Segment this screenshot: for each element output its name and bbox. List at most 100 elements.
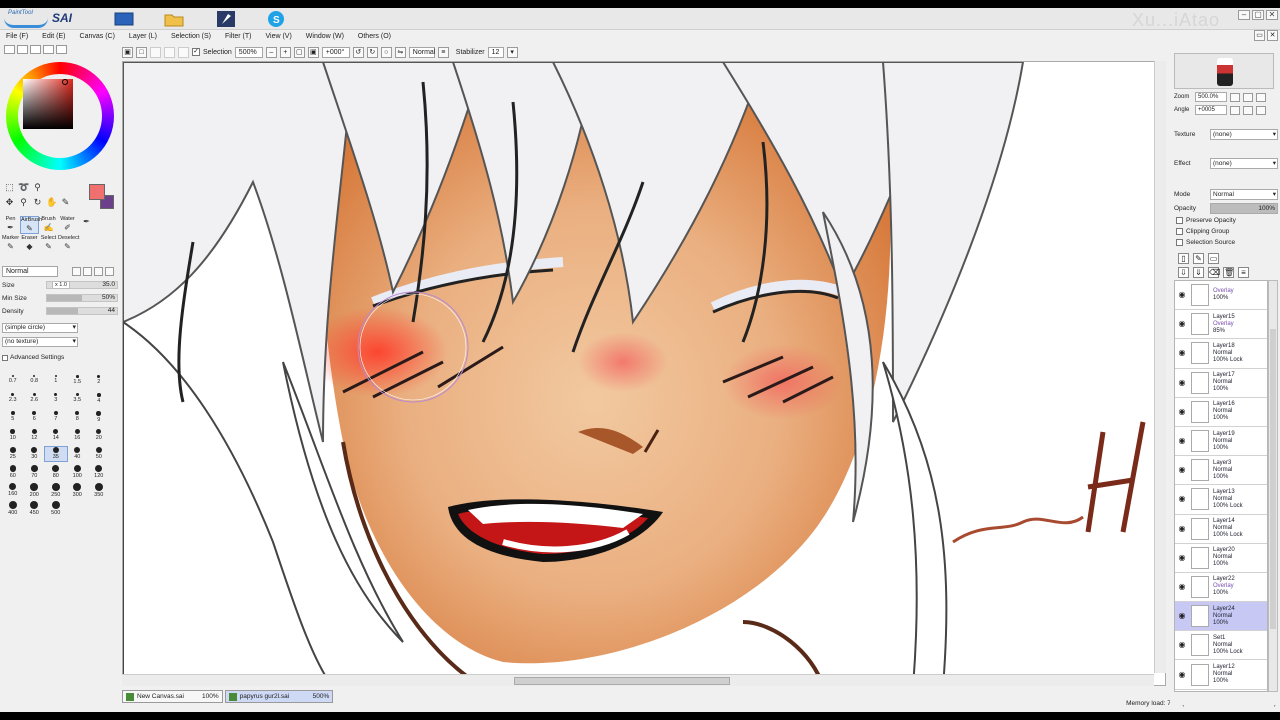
brush-size-preset[interactable]: 3.5	[67, 393, 89, 407]
layer-list-scrollbar[interactable]	[1268, 280, 1278, 692]
tool-marker[interactable]: Marker ✎	[1, 235, 20, 253]
layer-row[interactable]: ◉ Layer22 Overlay 100%	[1175, 572, 1267, 603]
brush-size-preset[interactable]: 2.6	[24, 393, 46, 407]
brush-size-preset[interactable]: 4	[88, 393, 110, 407]
zoom-field[interactable]: 500%	[234, 46, 263, 58]
layer-row[interactable]: ◉ Layer18 Normal 100% Lock	[1175, 339, 1267, 369]
brush-size-preset[interactable]: 400	[2, 501, 24, 516]
transfer-down-icon[interactable]: ⇓	[1193, 267, 1204, 278]
tool-slot-empty[interactable]: ✒	[77, 216, 96, 234]
tool-airbrush[interactable]: AirBrush ✎	[20, 216, 42, 234]
brush-size-preset[interactable]: 2	[88, 375, 110, 389]
tool-select[interactable]: Select ✎	[39, 235, 58, 253]
density-slider[interactable]: 44	[46, 307, 118, 315]
magic-wand-icon[interactable]: ⚲	[32, 182, 43, 193]
layer-row[interactable]: ◉ Layer20 Normal 100%	[1175, 543, 1267, 573]
navigator-angle-field[interactable]: +0005	[1195, 105, 1227, 115]
menu-file[interactable]: File (F)	[6, 33, 28, 40]
zoom-out-icon[interactable]: –	[265, 46, 277, 58]
zoom-plus-icon[interactable]	[1243, 92, 1253, 102]
layer-row[interactable]: ◉ Layer19 Normal 100%	[1175, 426, 1267, 457]
navigator-zoom-field[interactable]: 500.0%	[1195, 92, 1227, 102]
menu-canvas[interactable]: Canvas (C)	[80, 33, 115, 40]
brush-size-preset[interactable]: 10	[2, 429, 24, 443]
brush-size-preset[interactable]: 200	[24, 483, 46, 498]
effect-dropdown[interactable]: (none)	[1210, 158, 1278, 169]
stabilizer-field[interactable]: 12	[487, 46, 504, 58]
brush-size-preset[interactable]: 450	[24, 501, 46, 516]
copy-icon[interactable]	[150, 46, 161, 58]
layer-row[interactable]: ◉ Layer13 Normal 100% Lock	[1175, 485, 1267, 515]
brush-size-preset[interactable]: 100	[67, 465, 89, 479]
restore-icon[interactable]: ▭	[1254, 30, 1265, 41]
hand-icon[interactable]: ✋	[46, 197, 57, 208]
blend-mode-field[interactable]: Normal	[408, 46, 435, 58]
brush-size-preset[interactable]: 5	[2, 411, 24, 425]
sai-taskbar-icon[interactable]	[214, 10, 238, 28]
clear-layer-icon[interactable]: ⌫	[1208, 267, 1220, 278]
saturation-value-square[interactable]	[23, 79, 73, 129]
edge-softest-icon[interactable]	[105, 266, 114, 276]
zoom-tool-icon[interactable]: ⚲	[18, 197, 29, 208]
edge-softer-icon[interactable]	[94, 266, 103, 276]
edge-soft-icon[interactable]	[83, 266, 92, 276]
primary-color-swatch[interactable]	[89, 184, 105, 200]
menu-others[interactable]: Others (O)	[358, 33, 391, 40]
eye-icon[interactable]: ◉	[1177, 378, 1187, 388]
blend-mode-icon[interactable]: ≡	[437, 46, 449, 58]
color-wheel[interactable]	[6, 62, 114, 170]
brush-size-preset[interactable]: 20	[88, 429, 110, 443]
angle-field[interactable]: +000°	[321, 46, 350, 58]
navigator-preview[interactable]	[1174, 53, 1274, 89]
eye-icon[interactable]: ◉	[1177, 640, 1187, 650]
min-size-slider[interactable]: 50%	[46, 294, 118, 302]
brush-shape-dropdown[interactable]: (simple circle)	[2, 323, 78, 333]
new-linework-layer-icon[interactable]: ✎	[1193, 253, 1204, 264]
clipping-group-option[interactable]: Clipping Group	[1176, 228, 1229, 235]
tool-slot-empty[interactable]	[77, 235, 96, 253]
size-multiplier[interactable]: x 1.0	[52, 281, 70, 289]
eye-icon[interactable]: ◉	[1177, 407, 1187, 417]
brush-size-preset[interactable]: 7	[45, 411, 67, 425]
maximize-icon[interactable]: ▢	[1252, 10, 1264, 20]
brush-size-preset[interactable]: 300	[67, 483, 89, 498]
merge-down-icon[interactable]: ⇩	[1178, 267, 1189, 278]
rotate-zero-icon[interactable]	[1256, 105, 1266, 115]
flip-icon[interactable]: ⇋	[394, 46, 406, 58]
eye-icon[interactable]: ◉	[1177, 553, 1187, 563]
layer-row[interactable]: ◉ Overlay 100%	[1175, 281, 1267, 311]
canvas-horizontal-scrollbar[interactable]	[122, 674, 1154, 686]
brush-mode-dropdown[interactable]: Normal	[2, 265, 58, 277]
eye-icon[interactable]: ◉	[1177, 348, 1187, 358]
skype-icon[interactable]: S	[264, 10, 288, 28]
brush-size-preset[interactable]: 160	[2, 483, 24, 497]
menu-window[interactable]: Window (W)	[306, 33, 344, 40]
scratchpad-mode-icon[interactable]	[56, 45, 67, 54]
eye-icon[interactable]: ◉	[1177, 290, 1187, 300]
layer-row[interactable]: ◉ Layer16 Normal 100%	[1175, 397, 1267, 427]
minimize-icon[interactable]: –	[1238, 10, 1250, 20]
clipping-group-checkbox[interactable]	[1176, 228, 1183, 235]
texture-dropdown[interactable]: (none)	[1210, 129, 1278, 140]
drawing-canvas[interactable]	[122, 61, 1166, 686]
menu-selection[interactable]: Selection (S)	[171, 33, 211, 40]
brush-size-preset[interactable]: 30	[24, 447, 46, 461]
paste-icon[interactable]	[164, 46, 175, 58]
layer-row[interactable]: ◉ Set1 Normal 100% Lock	[1175, 631, 1267, 661]
tool-slot-empty[interactable]	[96, 216, 115, 234]
eye-icon[interactable]: ◉	[1177, 465, 1187, 475]
hsv-slider-mode-icon[interactable]	[30, 45, 41, 54]
opacity-slider[interactable]: 100%	[1210, 203, 1278, 214]
brush-size-preset[interactable]: 1.5	[67, 375, 89, 389]
canvas-vertical-scrollbar[interactable]	[1154, 61, 1166, 673]
brush-size-preset[interactable]: 14	[45, 429, 67, 443]
preserve-opacity-checkbox[interactable]	[1176, 217, 1183, 224]
tool-slot-empty[interactable]	[96, 235, 115, 253]
advanced-settings-checkbox[interactable]	[2, 354, 8, 361]
eye-icon[interactable]: ◉	[1177, 494, 1187, 504]
tool-pen[interactable]: Pen ✒	[1, 216, 20, 234]
new-layer-icon[interactable]: ▯	[1178, 253, 1189, 264]
desktop-icon[interactable]	[112, 10, 136, 28]
brush-size-preset[interactable]: 2.3	[2, 393, 24, 407]
brush-size-preset[interactable]: 35	[44, 446, 68, 462]
